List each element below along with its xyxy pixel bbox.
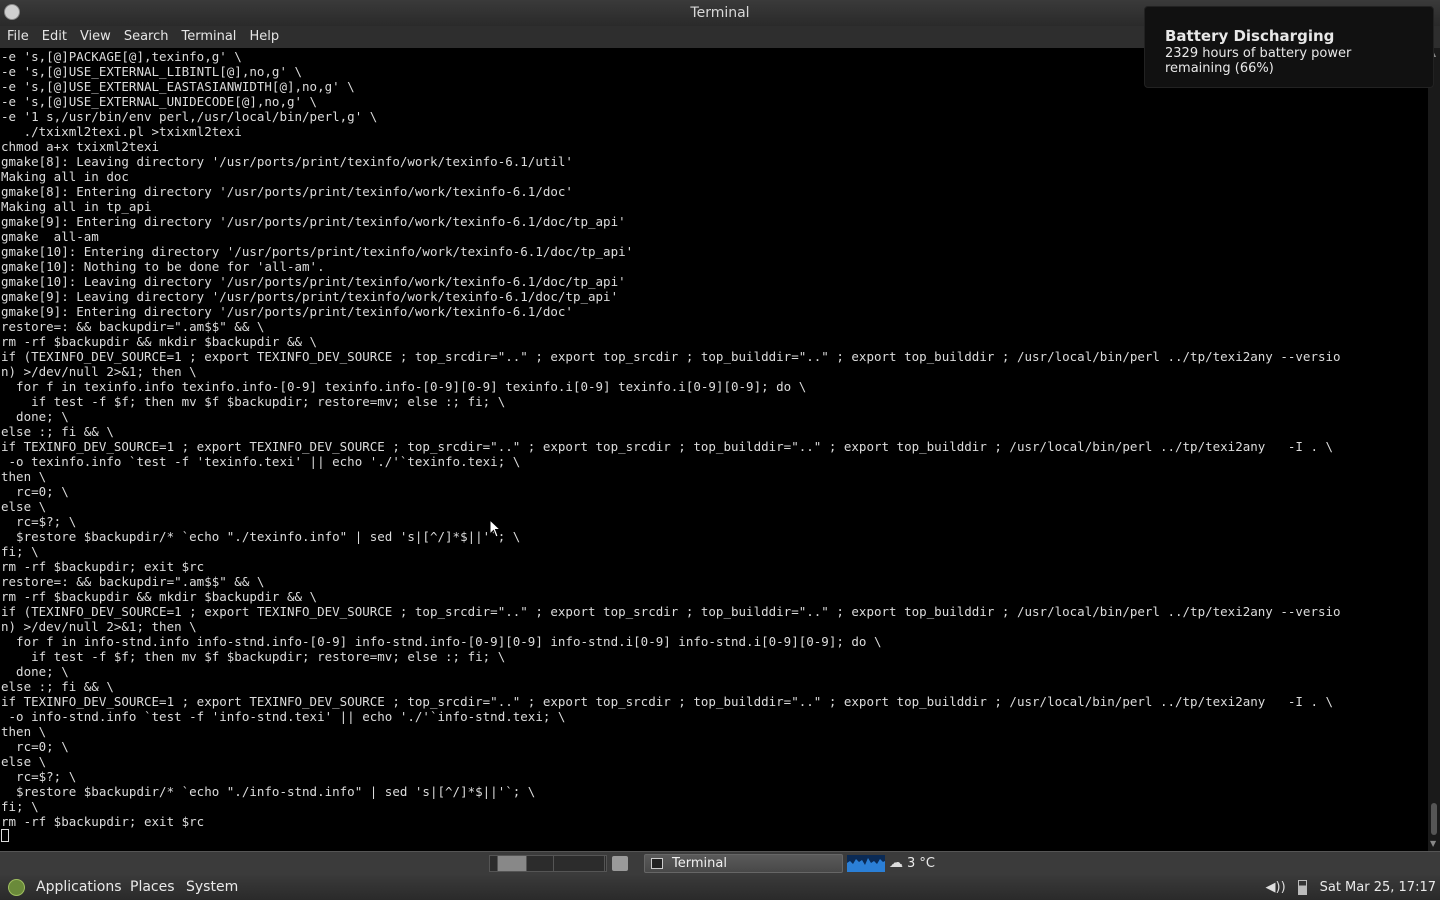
battery-icon[interactable] [1298,880,1308,895]
menu-edit[interactable]: Edit [36,26,73,48]
terminal-line: if (TEXINFO_DEV_SOURCE=1 ; export TEXINF… [1,349,1341,364]
terminal-line: gmake[8]: Leaving directory '/usr/ports/… [1,154,573,169]
terminal-line: -e 's,[@]USE_EXTERNAL_UNIDECODE[@],no,g'… [1,94,318,109]
terminal-line: gmake[10]: Leaving directory '/usr/ports… [1,274,626,289]
terminal-line: gmake[10]: Nothing to be done for 'all-a… [1,259,325,274]
terminal-app-icon [651,858,663,869]
show-desktop-icon[interactable] [612,856,628,871]
terminal-line: gmake[10]: Entering directory '/usr/port… [1,244,634,259]
terminal-line: fi; \ [1,544,39,559]
weather-temperature: 3 °C [907,856,935,871]
terminal-line: if (TEXINFO_DEV_SOURCE=1 ; export TEXINF… [1,604,1341,619]
terminal-line: else \ [1,499,47,514]
terminal-line: rc=$?; \ [1,769,77,784]
terminal-scrollbar[interactable]: ▲ ▼ [1428,48,1440,851]
terminal-line: done; \ [1,664,69,679]
terminal-line: if test -f $f; then mv $f $backupdir; re… [1,394,506,409]
notification-body-line-1: 2329 hours of battery power [1165,46,1352,61]
menu-applications[interactable]: Applications [36,875,122,900]
terminal-line: rc=0; \ [1,484,69,499]
mouse-pointer-icon [489,519,501,538]
terminal-line: chmod a+x txixml2texi [1,139,160,154]
distro-logo-icon[interactable] [8,879,25,896]
terminal-line: ./txixml2texi.pl >txixml2texi [1,124,242,139]
terminal-line: else :; fi && \ [1,679,114,694]
menu-terminal[interactable]: Terminal [175,26,242,48]
notification-body-line-2: remaining (66%) [1165,61,1274,76]
terminal-line: rm -rf $backupdir && mkdir $backupdir &&… [1,334,318,349]
terminal-line: if TEXINFO_DEV_SOURCE=1 ; export TEXINFO… [1,439,1334,454]
menu-places[interactable]: Places [130,875,175,900]
terminal-line: then \ [1,469,47,484]
bottom-panel: Applications Places System ◀)) Sat Mar 2… [0,875,1440,900]
terminal-line: restore=: && backupdir=".am$$" && \ [1,574,265,589]
menu-help[interactable]: Help [243,26,285,48]
terminal-line: rm -rf $backupdir; exit $rc [1,814,205,829]
system-tray: ◀)) Sat Mar 25, 17:17 [1266,875,1436,900]
taskbar-item-label: Terminal [672,856,727,871]
terminal-line: gmake[9]: Entering directory '/usr/ports… [1,304,573,319]
terminal-line: Making all in tp_api [1,199,152,214]
scrollbar-thumb[interactable] [1431,803,1437,835]
terminal-line: for f in texinfo.info texinfo.info-[0-9]… [1,379,807,394]
terminal-line: rm -rf $backupdir && mkdir $backupdir &&… [1,589,318,604]
menu-system[interactable]: System [186,875,238,900]
volume-icon[interactable]: ◀)) [1266,875,1286,900]
workspace-1[interactable] [497,855,527,872]
menu-view[interactable]: View [74,26,117,48]
terminal-line: then \ [1,724,47,739]
cloud-icon: ☁ [889,855,903,871]
terminal-line: -e '1 s,/usr/bin/env perl,/usr/local/bin… [1,109,378,124]
terminal-line: else \ [1,754,47,769]
weather-applet[interactable]: ☁ 3 °C [889,854,935,873]
window-menu-icon[interactable] [4,4,20,20]
terminal-line: $restore $backupdir/* `echo "./texinfo.i… [1,529,521,544]
terminal-line: n) >/dev/null 2>&1; then \ [1,619,197,634]
terminal-line: rc=$?; \ [1,514,77,529]
terminal-line: gmake[8]: Entering directory '/usr/ports… [1,184,573,199]
terminal-line: $restore $backupdir/* `echo "./info-stnd… [1,784,536,799]
terminal-line: -o texinfo.info `test -f 'texinfo.texi' … [1,454,521,469]
notification-title: Battery Discharging [1165,27,1335,45]
taskbar-item-terminal[interactable]: Terminal [644,854,843,873]
terminal-line: restore=: && backupdir=".am$$" && \ [1,319,265,334]
terminal-line: -o info-stnd.info `test -f 'info-stnd.te… [1,709,566,724]
text-cursor [1,829,9,842]
battery-notification[interactable]: Battery Discharging 2329 hours of batter… [1144,6,1434,88]
terminal-line: rc=0; \ [1,739,69,754]
menu-search[interactable]: Search [118,26,175,48]
terminal-line: Making all in doc [1,169,129,184]
clock[interactable]: Sat Mar 25, 17:17 [1320,875,1436,900]
terminal-line: done; \ [1,409,69,424]
scroll-down-icon[interactable]: ▼ [1430,840,1438,848]
terminal-line: for f in info-stnd.info info-stnd.info-[… [1,634,882,649]
terminal-line: gmake[9]: Leaving directory '/usr/ports/… [1,289,619,304]
window-list-panel: Terminal ☁ 3 °C [0,851,1440,875]
system-monitor-graph[interactable] [847,855,885,872]
terminal-line: gmake all-am [1,229,99,244]
menu-file[interactable]: File [1,26,35,48]
terminal-line: fi; \ [1,799,39,814]
terminal-lines: -e 's,[@]PACKAGE[@],texinfo,g' \ -e 's,[@… [0,48,1428,829]
terminal-line: else :; fi && \ [1,424,114,439]
terminal-line: gmake[9]: Entering directory '/usr/ports… [1,214,626,229]
terminal-line: n) >/dev/null 2>&1; then \ [1,364,197,379]
workspace-2[interactable] [553,855,605,872]
terminal-line: rm -rf $backupdir; exit $rc [1,559,205,574]
terminal-line: if TEXINFO_DEV_SOURCE=1 ; export TEXINFO… [1,694,1334,709]
window-title: Terminal [690,5,750,21]
terminal-output[interactable]: -e 's,[@]PACKAGE[@],texinfo,g' \ -e 's,[@… [0,48,1428,851]
terminal-line: if test -f $f; then mv $f $backupdir; re… [1,649,506,664]
